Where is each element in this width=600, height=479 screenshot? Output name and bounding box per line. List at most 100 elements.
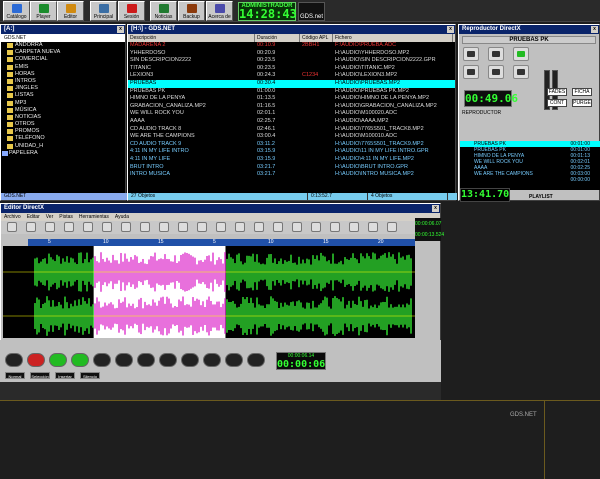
tree-item[interactable]: ANDORRA [1, 42, 125, 49]
table-row[interactable]: HIMNO DE LA PENYA 01:13.5 H:\AUDIO\HIMNO D… [128, 95, 455, 103]
pause-icon[interactable] [93, 353, 111, 367]
menu-editar[interactable]: Editar [24, 213, 43, 221]
play-button[interactable] [513, 47, 529, 61]
menu-herramientas[interactable]: Herramientas [76, 213, 112, 221]
toolbar-cat-logo-button[interactable]: Catálogo [3, 1, 30, 21]
undo-icon[interactable] [140, 222, 150, 232]
solo-icon[interactable] [181, 353, 199, 367]
table-row[interactable]: PRUEBAS PK 01:00.0 H:\AUDIO\PRUEBAS PK.MP2 [128, 87, 455, 96]
menu-ayuda[interactable]: Ayuda [112, 213, 132, 221]
col-duration[interactable]: Duración [255, 34, 300, 42]
rewind-icon[interactable] [225, 353, 243, 367]
record-icon[interactable] [64, 222, 74, 232]
close-icon[interactable]: x [447, 26, 454, 33]
menu-ver[interactable]: Ver [43, 213, 57, 221]
table-row[interactable]: WE WILL ROCK YOU 02:01.1 H:\AUDIO\M100020.… [128, 110, 455, 118]
menu-archivo[interactable]: Archivo [1, 213, 24, 221]
table-row[interactable]: WE ARE THE CAMPIONS 03:00.4 H:\AUDIO\M1000… [128, 133, 455, 141]
table-row[interactable]: PRUEBAS 00:30.4 H:\AUDIO\PRUEBAS.MP2 [128, 79, 455, 88]
waveform-svg[interactable] [3, 246, 415, 338]
tree-item[interactable]: OTROS [1, 121, 125, 128]
copy-icon[interactable] [102, 222, 112, 232]
stop-icon[interactable] [5, 353, 23, 367]
normalize-icon[interactable] [273, 222, 283, 232]
queue-item[interactable]: 00:00:00 [460, 177, 600, 183]
toolbar-noticias-button[interactable]: Noticias [150, 1, 177, 21]
toolbar-backup-button[interactable]: Backup [178, 1, 205, 21]
clip-silencio[interactable]: Silencio [80, 372, 100, 379]
tree-item[interactable]: MÚSICA [1, 107, 125, 114]
tree-item[interactable]: HORAS [1, 71, 125, 78]
stop-icon[interactable] [330, 222, 340, 232]
table-row[interactable]: AAAA 02:25.7 H:\AUDIO\AAAA.MP2 [128, 117, 455, 126]
play-icon[interactable] [71, 353, 89, 367]
ficha-button[interactable]: FICHA [572, 88, 592, 96]
table-row[interactable]: SIN DESCRIPCIÓN2222 00:23.5 H:\AUDIO\SIN D… [128, 57, 455, 65]
timeline-ruler[interactable]: 5 10 15 5 10 15 20 [28, 239, 415, 246]
table-row[interactable]: 4:11 IN MY LIFE 03:15.9 H:\AUDIO\4:11 IN M… [128, 155, 455, 164]
tree-item[interactable]: NOTICIAS [1, 114, 125, 121]
prev-icon[interactable] [115, 353, 133, 367]
settings-icon[interactable] [387, 222, 397, 232]
cont-button[interactable]: CONT [547, 99, 567, 107]
tree-item[interactable]: TELÉFONO [1, 135, 125, 142]
table-row[interactable]: CD AUDIO TRACK 8 02:46.1 H:\AUDIO\7765S501… [128, 125, 455, 134]
toolbar-editor-button[interactable]: Editor [57, 1, 84, 21]
toolbar-sesi-n-button[interactable]: Sesión [118, 1, 145, 21]
eject-icon[interactable] [203, 353, 221, 367]
next-icon[interactable] [137, 353, 155, 367]
table-row[interactable]: LEXION3 00:24.3 C1234 H:\AUDIO\LEXION3.MP2 [128, 72, 455, 80]
close-icon[interactable]: x [432, 205, 439, 212]
table-row[interactable]: CD AUDIO TRACK 9 03:11.2 H:\AUDIO\7765S501… [128, 140, 455, 149]
tree-item[interactable]: LISTAS [1, 92, 125, 99]
tree-item[interactable]: CARPETA NUEVA [1, 49, 125, 56]
col-code[interactable]: Código APL [300, 34, 333, 42]
waveform-view[interactable] [3, 246, 415, 338]
toolbar-acerca-de-button[interactable]: Acerca de [206, 1, 233, 21]
close-icon[interactable]: x [591, 26, 598, 33]
rewind-button[interactable] [462, 47, 479, 61]
tree-item[interactable]: INTROS [1, 78, 125, 85]
new-icon[interactable] [7, 222, 17, 232]
table-row[interactable]: GRABACION_CANALIZA.MP2 01:16.5 H:\AUDIO\GR… [128, 102, 455, 111]
close-icon[interactable]: x [117, 26, 124, 33]
clip-selección[interactable]: Selección [30, 372, 50, 379]
tree-item[interactable]: UNIDAD_H [1, 143, 125, 150]
silence-icon[interactable] [292, 222, 302, 232]
record-icon[interactable] [27, 353, 45, 367]
select-all-icon[interactable] [216, 222, 226, 232]
col-description[interactable]: Descripción [128, 34, 255, 42]
fades-button[interactable]: FADES [547, 88, 567, 96]
tree-root[interactable]: GDS.NET [1, 34, 125, 42]
forward-button[interactable] [487, 47, 504, 61]
table-row[interactable]: INTRO MUSICA 03:21.7 H:\AUDIO\INTRO MUSICA… [128, 171, 455, 179]
table-row[interactable]: TITANIC 00:23.5 H:\AUDIO\TITANIC.MP2 [128, 64, 455, 73]
redo-icon[interactable] [159, 222, 169, 232]
table-row[interactable]: YHHERDOSO 00:20.9 H:\AUDIO\YHHERDOSO.MP2 [128, 49, 455, 58]
toolbar-player-button[interactable]: Player [30, 1, 57, 21]
table-row[interactable]: 4:11 IN MY LIFE INTRO 03:15.9 H:\AUDIO\11 … [128, 148, 455, 156]
eject-button[interactable] [513, 65, 529, 79]
marker-icon[interactable] [368, 222, 378, 232]
table-row[interactable]: BRUT INTRO 03:21.7 H:\AUDIO\BRUT INTRO.GPR [128, 163, 455, 172]
col-file[interactable]: Fichero [333, 34, 453, 42]
loop-icon[interactable] [49, 353, 67, 367]
fade-out-icon[interactable] [254, 222, 264, 232]
loop-icon[interactable] [349, 222, 359, 232]
paste-icon[interactable] [121, 222, 131, 232]
tree-item[interactable]: PAPELERA [1, 150, 125, 157]
stop-button[interactable] [487, 65, 504, 79]
clip-insertar[interactable]: Insertar [55, 372, 75, 379]
zoom-out-icon[interactable] [197, 222, 207, 232]
play-icon[interactable] [311, 222, 321, 232]
clip-normal[interactable]: Normal [5, 372, 25, 379]
tree-item[interactable]: EMIS [1, 64, 125, 71]
cut-icon[interactable] [83, 222, 93, 232]
forward-icon[interactable] [247, 353, 265, 367]
table-row[interactable]: MADARENA 2 00:10.9 2BBH1 F:\AUDIO\PRUEBA.AD… [128, 42, 455, 50]
open-icon[interactable] [26, 222, 36, 232]
tree-item[interactable]: MP3 [1, 100, 125, 107]
playlist-button[interactable]: PLAYLIST [529, 194, 553, 200]
toolbar-principal-button[interactable]: Principal [90, 1, 117, 21]
pause-button[interactable] [462, 65, 479, 79]
